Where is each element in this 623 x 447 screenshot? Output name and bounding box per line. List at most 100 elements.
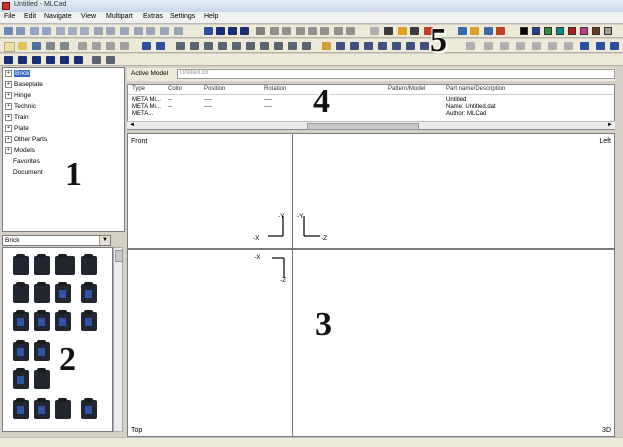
light-icon[interactable] <box>500 42 509 50</box>
ungroup-icon[interactable] <box>174 27 183 35</box>
solid-icon[interactable] <box>282 27 291 35</box>
color-green-swatch[interactable] <box>544 27 552 35</box>
sun-icon[interactable] <box>398 27 407 35</box>
color-blue-swatch[interactable] <box>532 27 540 35</box>
save-as-icon[interactable] <box>46 42 55 50</box>
parts-scrollbar[interactable] <box>113 247 123 432</box>
brick-icon[interactable] <box>142 42 151 50</box>
expand-icon[interactable]: + <box>5 70 12 77</box>
import-icon[interactable] <box>364 42 373 50</box>
prev-step-icon[interactable] <box>18 56 27 64</box>
wireframe-icon[interactable] <box>270 27 279 35</box>
part-thumbnail[interactable] <box>81 398 97 419</box>
column-color[interactable]: Color <box>168 86 182 92</box>
column-rotation[interactable]: Rotation <box>264 86 286 92</box>
text-icon[interactable] <box>336 42 345 50</box>
expand-icon[interactable]: + <box>5 103 12 110</box>
prev-substep-icon[interactable] <box>32 56 41 64</box>
move-icon[interactable] <box>30 27 39 35</box>
delete-icon[interactable] <box>120 42 129 50</box>
color-gray-swatch[interactable] <box>604 27 612 35</box>
menu-extras[interactable]: Extras <box>143 13 163 20</box>
print-icon[interactable] <box>60 42 69 50</box>
next-substep-icon[interactable] <box>46 56 55 64</box>
part-thumbnail[interactable] <box>13 368 29 389</box>
scroll-thumb[interactable] <box>307 123 419 130</box>
tree-item-hinge[interactable]: + Hinge <box>5 92 31 99</box>
wrench-icon[interactable] <box>532 42 541 50</box>
expand-icon[interactable]: + <box>5 136 12 143</box>
crosshair-icon[interactable] <box>548 42 557 50</box>
submodel-icon[interactable] <box>596 42 605 50</box>
grid-icon[interactable] <box>120 27 129 35</box>
rotate-y-icon[interactable] <box>68 27 77 35</box>
tree-item-document[interactable]: Document <box>13 169 43 176</box>
viewport-left[interactable]: Left -Y -Z <box>292 133 615 249</box>
next-step-icon[interactable] <box>60 56 69 64</box>
view-reset-icon[interactable] <box>346 27 355 35</box>
replace-icon[interactable] <box>204 42 213 50</box>
part-thumbnail[interactable] <box>13 340 29 361</box>
tree-item-baseplate[interactable]: + Baseplate <box>5 81 43 88</box>
menu-edit[interactable]: Edit <box>24 13 36 20</box>
compass-icon[interactable] <box>260 42 269 50</box>
magnet-icon[interactable] <box>288 42 297 50</box>
animate-icon[interactable] <box>92 56 101 64</box>
expand-icon[interactable]: + <box>5 92 12 99</box>
viewport-3d[interactable]: 3D 3 <box>292 249 615 437</box>
part-thumbnail[interactable] <box>81 310 97 331</box>
snap-icon[interactable] <box>106 27 115 35</box>
chart-icon[interactable] <box>406 42 415 50</box>
part-thumbnail[interactable] <box>13 282 29 303</box>
color-brown-swatch[interactable] <box>592 27 600 35</box>
column-pattern-model[interactable]: Pattern/Model <box>388 86 425 92</box>
scroll-thumb[interactable] <box>115 250 123 262</box>
tree-item-plate[interactable]: + Plate <box>5 125 29 132</box>
table-icon[interactable] <box>420 42 429 50</box>
step-icon[interactable] <box>156 42 165 50</box>
part-thumbnail[interactable] <box>34 282 50 303</box>
camera-icon[interactable] <box>322 42 331 50</box>
step-list-hscrollbar[interactable]: ◄ ► <box>127 121 615 130</box>
cut-icon[interactable] <box>78 42 87 50</box>
redo-icon[interactable] <box>16 27 25 35</box>
expand-icon[interactable]: + <box>5 125 12 132</box>
active-model-select[interactable]: Untitled.ldr <box>177 69 615 79</box>
model-icon[interactable] <box>580 42 589 50</box>
column-type[interactable]: Type <box>132 86 145 92</box>
find-icon[interactable] <box>190 42 199 50</box>
last-step-icon[interactable] <box>74 56 83 64</box>
tools-icon[interactable] <box>496 27 505 35</box>
tree-item-favorites[interactable]: Favorites <box>13 158 40 165</box>
first-step-icon[interactable] <box>4 56 13 64</box>
open-folder-icon[interactable] <box>18 42 27 50</box>
viewport-front[interactable]: Front -Y -X <box>127 133 293 249</box>
document-icon[interactable] <box>378 42 387 50</box>
prev-icon[interactable] <box>216 27 225 35</box>
menu-navigate[interactable]: Navigate <box>44 13 72 20</box>
tree-item-other-parts[interactable]: + Other Parts <box>5 136 47 143</box>
menu-file[interactable]: File <box>4 13 15 20</box>
part-thumbnail[interactable] <box>13 254 29 275</box>
pin-icon[interactable] <box>484 42 493 50</box>
copy-icon[interactable] <box>92 42 101 50</box>
chevron-down-icon[interactable]: ▼ <box>99 236 110 245</box>
expand-icon[interactable]: + <box>5 114 12 121</box>
scroll-right-icon[interactable]: ► <box>607 122 613 128</box>
part-thumbnail[interactable] <box>81 254 97 275</box>
color-black-swatch[interactable] <box>520 27 528 35</box>
export-icon[interactable] <box>350 42 359 50</box>
zoom-in-icon[interactable] <box>296 27 305 35</box>
zoom-fit-icon[interactable] <box>320 27 329 35</box>
viewport-top[interactable]: Top -X -Z <box>127 249 293 437</box>
menu-view[interactable]: View <box>81 13 96 20</box>
target-icon[interactable] <box>564 42 573 50</box>
settings-gear-icon[interactable] <box>458 27 467 35</box>
save-icon[interactable] <box>32 42 41 50</box>
menu-multipart[interactable]: Multipart <box>106 13 133 20</box>
find-part-icon[interactable] <box>274 42 283 50</box>
part-thumbnail[interactable] <box>13 310 29 331</box>
part-category-select[interactable]: Brick ▼ <box>2 235 111 246</box>
show-part-icon[interactable] <box>232 42 241 50</box>
part-thumbnail[interactable] <box>55 282 71 303</box>
